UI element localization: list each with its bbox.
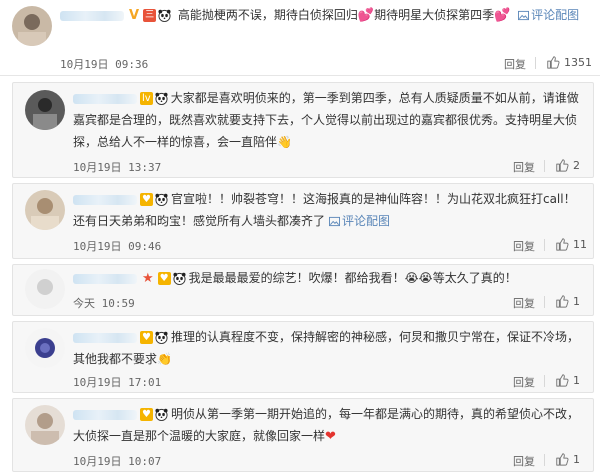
level-badge: ♥ xyxy=(140,331,153,344)
comment-card: ★ ♥ 我是最最最爱的综艺！吹爆！都给我看！😭😭等太久了真的！ 今天 10:59 回… xyxy=(12,264,594,316)
thumbs-up-icon xyxy=(555,158,569,172)
thumbs-up-icon xyxy=(546,55,560,69)
like-button[interactable]: 1351 xyxy=(546,55,592,69)
reply-button[interactable]: 回复 xyxy=(504,56,526,72)
comment-text: lv 大家都是喜欢明侦来的，第一季到第四季，总有人质疑质量不如从前，请谁做嘉宾都是… xyxy=(73,87,585,153)
level-badge: 三 xyxy=(143,9,157,22)
heart-emoji-icon: 💕 xyxy=(494,8,511,23)
username[interactable] xyxy=(73,93,137,104)
comment-card: lv 大家都是喜欢明侦来的，第一季到第四季，总有人质疑质量不如从前，请谁做嘉宾都是… xyxy=(12,82,594,178)
panda-emoji-icon xyxy=(155,193,168,206)
comment-text: ★ ♥ 我是最最最爱的综艺！吹爆！都给我看！😭😭等太久了真的！ xyxy=(73,267,585,289)
like-count: 1 xyxy=(573,294,580,308)
heart-emoji-icon: ❤ xyxy=(325,429,336,444)
reply-button[interactable]: 回复 xyxy=(513,238,535,254)
panda-emoji-icon xyxy=(158,9,171,22)
heart-emoji-icon: 💕 xyxy=(357,8,375,23)
timestamp: 10月19日 13:37 xyxy=(73,161,162,174)
divider xyxy=(544,375,545,387)
like-button[interactable]: 1 xyxy=(555,373,580,387)
crying-emoji-icon: 😭😭 xyxy=(404,271,433,285)
verified-badge: V xyxy=(129,8,140,23)
thumbs-up-icon xyxy=(555,373,569,387)
comment-card: ♥ 明侦从第一季第一期开始追的，每一年都是满心的期待，真的希望侦心不改，大侦探一直… xyxy=(12,398,594,472)
like-button[interactable]: 1 xyxy=(555,294,580,308)
reply-button[interactable]: 回复 xyxy=(513,374,535,390)
comment-content: 我是最最最爱的综艺！吹爆！都给我看！ xyxy=(188,271,405,285)
panda-emoji-icon xyxy=(155,331,168,344)
username[interactable] xyxy=(60,10,124,21)
comment-text: ♥ 推理的认真程度不变，保持解密的神秘感，何炅和撒贝宁常在，保证不冷场，其他我都不… xyxy=(73,326,585,370)
avatar[interactable] xyxy=(25,190,65,230)
comment-card: ♥ 官宣啦！！帅裂苍穹！！这海报真的是神仙阵容！！为山花双北疯狂打call！还有日… xyxy=(12,183,594,259)
level-badge: ♥ xyxy=(140,408,153,421)
username[interactable] xyxy=(73,332,137,343)
reply-button[interactable]: 回复 xyxy=(513,453,535,469)
comment-text: ♥ 官宣啦！！帅裂苍穹！！这海报真的是神仙阵容！！为山花双北疯狂打call！还有日… xyxy=(73,188,585,232)
username[interactable] xyxy=(73,273,137,284)
star-badge: ★ xyxy=(142,271,154,286)
like-button[interactable]: 1 xyxy=(555,452,580,466)
level-badge: ♥ xyxy=(140,193,153,206)
level-badge: lv xyxy=(140,92,153,105)
timestamp: 10月19日 09:36 xyxy=(60,58,149,71)
avatar[interactable] xyxy=(25,269,65,309)
username[interactable] xyxy=(73,409,137,420)
comment-card: ♥ 推理的认真程度不变，保持解密的神秘感，何炅和撒贝宁常在，保证不冷场，其他我都不… xyxy=(12,321,594,393)
clap-emoji-icon: 👏 xyxy=(157,352,172,366)
timestamp: 10月19日 10:07 xyxy=(73,455,162,468)
panda-emoji-icon xyxy=(155,92,168,105)
like-count: 1351 xyxy=(564,55,592,69)
like-count: 2 xyxy=(573,158,580,172)
panda-emoji-icon xyxy=(173,272,186,285)
thumbs-up-icon xyxy=(555,452,569,466)
divider xyxy=(544,454,545,466)
avatar[interactable] xyxy=(25,90,65,130)
avatar[interactable] xyxy=(25,328,65,368)
timestamp: 10月19日 09:46 xyxy=(73,240,162,253)
avatar[interactable] xyxy=(25,405,65,445)
divider xyxy=(544,239,545,251)
timestamp: 今天 10:59 xyxy=(73,297,135,310)
thumbs-up-icon xyxy=(555,237,569,251)
timestamp: 10月19日 17:01 xyxy=(73,376,162,389)
username[interactable] xyxy=(73,194,137,205)
panda-emoji-icon xyxy=(155,408,168,421)
like-button[interactable]: 2 xyxy=(555,158,580,172)
like-button[interactable]: 11 xyxy=(555,237,587,251)
reply-button[interactable]: 回复 xyxy=(513,295,535,311)
avatar[interactable] xyxy=(12,6,52,46)
like-count: 11 xyxy=(573,237,587,251)
comment-image-link[interactable]: 评论配图 xyxy=(325,214,390,228)
comment-list: V三 高能抛梗两不误，期待白侦探回归💕期待明星大侦探第四季💕 评论配图 10月1… xyxy=(0,0,600,475)
image-link-icon xyxy=(329,216,340,227)
comment-card: V三 高能抛梗两不误，期待白侦探回归💕期待明星大侦探第四季💕 评论配图 10月1… xyxy=(0,0,600,76)
divider xyxy=(544,296,545,308)
comment-text: V三 高能抛梗两不误，期待白侦探回归💕期待明星大侦探第四季💕 评论配图 xyxy=(60,4,594,27)
like-count: 1 xyxy=(573,452,580,466)
hand-emoji-icon: 👋 xyxy=(277,135,292,149)
level-badge: ♥ xyxy=(157,272,171,285)
thumbs-up-icon xyxy=(555,294,569,308)
reply-button[interactable]: 回复 xyxy=(513,159,535,175)
like-count: 1 xyxy=(573,373,580,387)
comment-content: 高能抛梗两不误，期待白侦探回归💕期待明星大侦探第四季💕 xyxy=(177,8,511,23)
divider xyxy=(535,57,536,69)
comment-image-link[interactable]: 评论配图 xyxy=(514,8,579,22)
image-link-icon xyxy=(518,10,529,21)
comment-text: ♥ 明侦从第一季第一期开始追的，每一年都是满心的期待，真的希望侦心不改，大侦探一直… xyxy=(73,403,585,448)
divider xyxy=(544,160,545,172)
